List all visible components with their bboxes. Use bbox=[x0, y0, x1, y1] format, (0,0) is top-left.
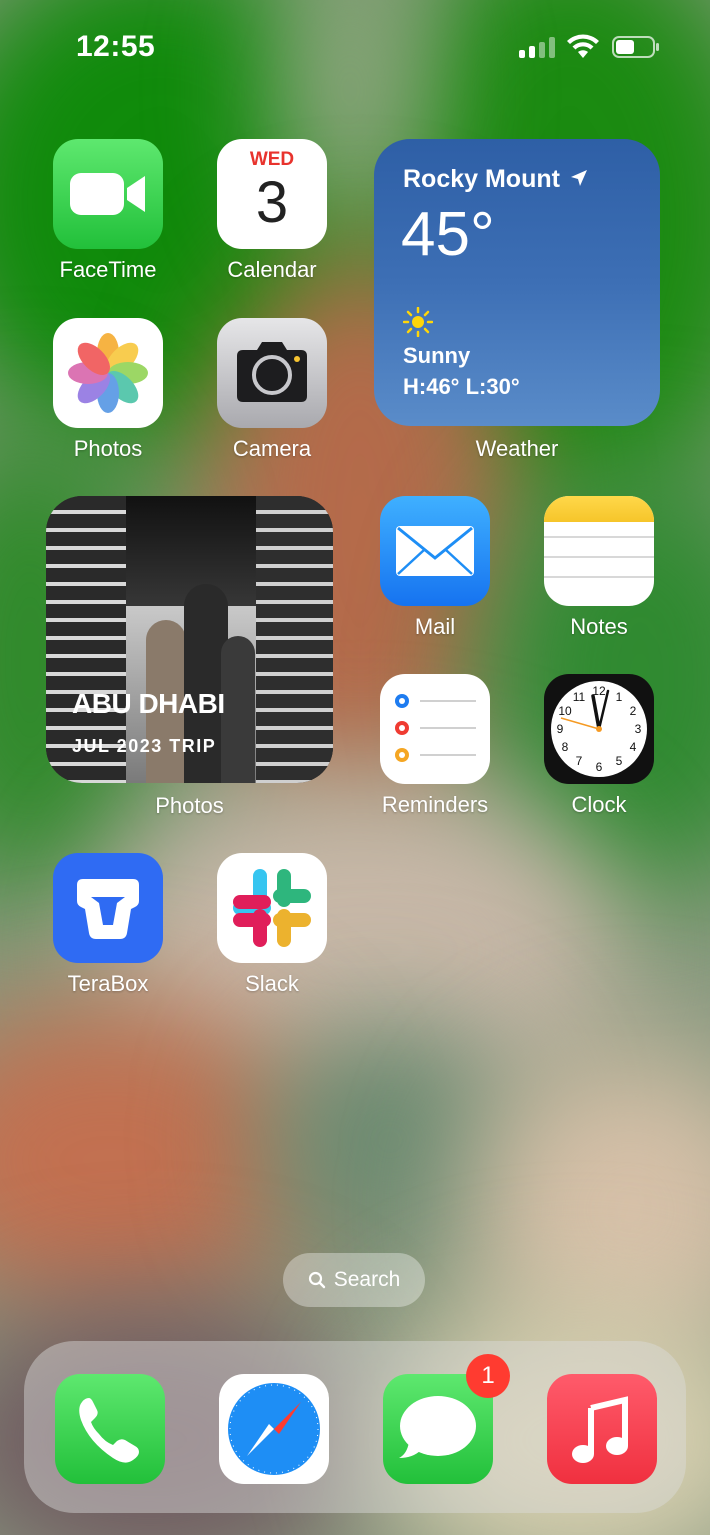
photos-widget-title: ABU DHABI bbox=[72, 688, 225, 719]
app-label-clock: Clock bbox=[571, 792, 627, 817]
svg-text:7: 7 bbox=[576, 754, 583, 768]
search-button[interactable]: Search bbox=[283, 1253, 425, 1307]
photos-widget[interactable]: ABU DHABI JUL 2023 TRIP bbox=[46, 496, 333, 783]
svg-text:4: 4 bbox=[630, 740, 637, 754]
music-icon[interactable] bbox=[547, 1374, 657, 1484]
app-label-facetime: FaceTime bbox=[59, 257, 157, 282]
messages-notification-badge: 1 bbox=[466, 1354, 510, 1398]
safari-icon[interactable] bbox=[219, 1374, 329, 1484]
widget-label-weather: Weather bbox=[475, 436, 559, 461]
weather-temperature: 45° bbox=[401, 200, 495, 269]
cellular-signal-icon bbox=[519, 36, 555, 58]
search-label: Search bbox=[333, 1268, 401, 1291]
svg-text:11: 11 bbox=[573, 690, 586, 704]
app-label-camera: Camera bbox=[232, 436, 312, 461]
battery-icon bbox=[612, 36, 659, 58]
photos-icon bbox=[53, 318, 163, 428]
svg-text:5: 5 bbox=[616, 754, 623, 768]
mail-icon bbox=[380, 496, 490, 606]
app-label-slack: Slack bbox=[245, 971, 299, 996]
camera-icon bbox=[217, 318, 327, 428]
wifi-icon bbox=[567, 34, 599, 58]
calendar-day: WED bbox=[249, 149, 295, 170]
clock-icon: 12 1 2 345 678 9 10 11 bbox=[544, 674, 654, 784]
phone-icon[interactable] bbox=[55, 1374, 165, 1484]
svg-text:3: 3 bbox=[635, 722, 642, 736]
status-bar: 12:55 bbox=[0, 0, 710, 95]
weather-city: Rocky Mount bbox=[403, 165, 560, 193]
svg-text:2: 2 bbox=[630, 704, 637, 718]
calendar-icon: WED 3 bbox=[217, 139, 327, 249]
svg-text:8: 8 bbox=[562, 740, 569, 754]
weather-high-low: H:46° L:30° bbox=[403, 374, 520, 399]
facetime-icon bbox=[53, 139, 163, 249]
widget-label-photos: Photos bbox=[155, 793, 224, 818]
photos-widget-subtitle: JUL 2023 TRIP bbox=[72, 736, 217, 756]
svg-text:9: 9 bbox=[557, 722, 564, 736]
app-label-calendar: Calendar bbox=[227, 257, 317, 282]
calendar-date: 3 bbox=[255, 170, 289, 235]
app-label-mail: Mail bbox=[414, 614, 456, 639]
dock bbox=[24, 1341, 686, 1513]
svg-text:6: 6 bbox=[596, 760, 603, 774]
app-label-notes: Notes bbox=[570, 614, 628, 639]
app-label-terabox: TeraBox bbox=[67, 971, 149, 996]
terabox-icon bbox=[53, 853, 163, 963]
weather-widget[interactable]: Rocky Mount 45° Sunny H:46° L:30° bbox=[374, 139, 660, 426]
slack-icon bbox=[217, 853, 327, 963]
reminders-icon bbox=[380, 674, 490, 784]
app-label-photos: Photos bbox=[73, 436, 143, 461]
weather-condition: Sunny bbox=[403, 343, 471, 368]
clock-time: 12:55 bbox=[76, 30, 156, 63]
app-label-reminders: Reminders bbox=[381, 792, 489, 817]
svg-text:1: 1 bbox=[616, 690, 623, 704]
sun-icon bbox=[403, 307, 433, 337]
notes-icon bbox=[544, 496, 654, 606]
search-icon bbox=[308, 1271, 325, 1289]
location-arrow-icon bbox=[570, 170, 587, 186]
svg-text:10: 10 bbox=[558, 704, 572, 718]
